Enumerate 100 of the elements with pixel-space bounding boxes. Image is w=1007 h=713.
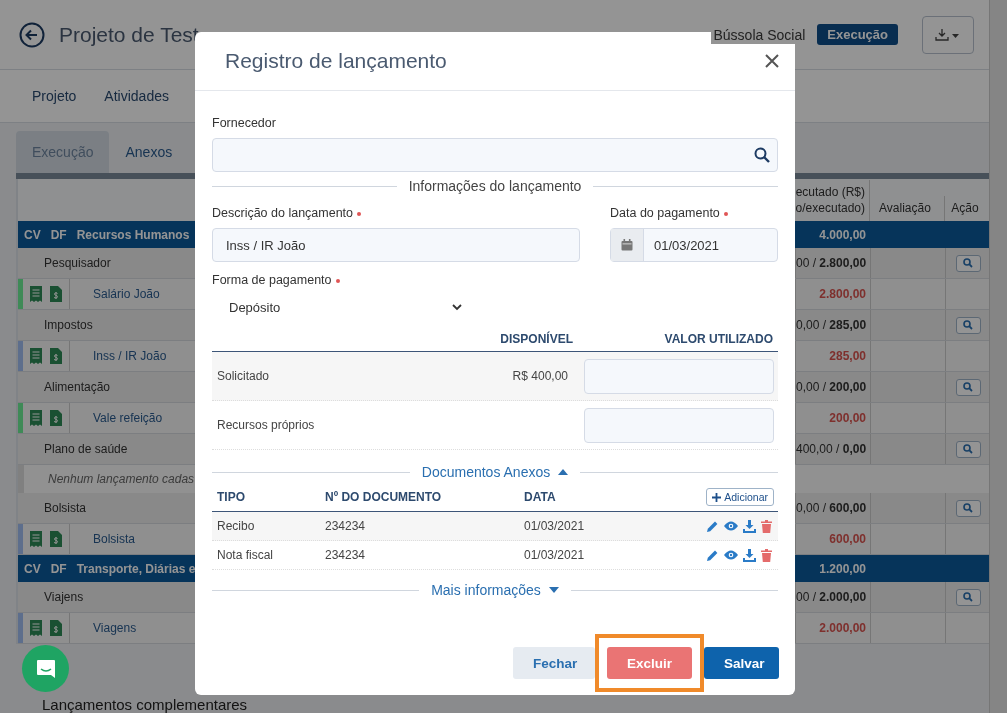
table-cell-text: 1.200,00 <box>818 560 867 578</box>
invoice-icon[interactable] <box>49 530 63 548</box>
table-cell-text: Recursos próprios <box>216 418 316 432</box>
back-icon[interactable] <box>19 21 45 48</box>
project-title: Projeto de Test <box>59 22 199 47</box>
receipt-icon[interactable] <box>29 619 43 637</box>
table-cell-text: 234234 <box>324 548 367 562</box>
field-label: Descrição do lançamento <box>212 206 354 220</box>
edit-icon[interactable] <box>706 519 719 533</box>
invoice-icon[interactable] <box>49 409 63 427</box>
search-icon <box>963 503 973 513</box>
column-header: Nº DO DOCUMENTO <box>325 490 443 504</box>
amount-field[interactable] <box>584 358 774 394</box>
table-cell[interactable]: Salário João <box>69 279 160 309</box>
search-icon <box>963 444 973 454</box>
table-cell-text: Pesquisador <box>43 255 112 272</box>
table-cell: CV <box>24 561 41 576</box>
tab[interactable]: Anexos <box>109 131 189 173</box>
table-cell-text: Viajens <box>43 589 85 606</box>
table-cell: DF <box>50 561 67 576</box>
table-cell-text: Plano de saúde <box>43 441 129 458</box>
download-button[interactable] <box>922 15 974 54</box>
table-cell: 00 / 2.000,00 <box>796 590 867 604</box>
chat-button[interactable] <box>22 645 69 692</box>
search-button[interactable] <box>955 378 981 396</box>
table-cell: CV <box>24 227 41 242</box>
receipt-icon[interactable] <box>29 409 43 427</box>
search-button[interactable] <box>955 316 981 334</box>
search-button[interactable] <box>955 440 981 458</box>
caret-icon <box>548 587 559 593</box>
view-icon[interactable] <box>724 550 738 560</box>
search-icon <box>963 382 973 392</box>
supplier-field[interactable] <box>212 138 778 172</box>
plus-icon <box>712 492 722 502</box>
receipt-icon[interactable] <box>29 347 43 365</box>
table-cell-text: R$ 400,00 <box>511 369 569 383</box>
receipt-icon[interactable] <box>29 530 43 548</box>
column-header: TIPO <box>217 490 246 504</box>
table-cell-text: Alimentação <box>43 379 112 396</box>
table-cell[interactable]: Inss / IR João <box>69 341 167 371</box>
nav-link[interactable]: Projeto <box>32 88 77 104</box>
table-cell: 0,00 / 600,00 <box>796 501 867 515</box>
action-button[interactable]: Fechar <box>513 647 595 679</box>
nav-link[interactable]: Atividades <box>104 88 169 104</box>
column-header: VALOR UTILIZADO <box>663 332 774 346</box>
amount-field[interactable] <box>584 407 774 443</box>
table-cell[interactable]: Vale refeição <box>69 403 163 433</box>
search-icon <box>963 320 973 330</box>
delete-icon[interactable] <box>761 519 772 533</box>
table-cell[interactable]: Viagens <box>69 613 137 643</box>
section-title: Lançamentos complementares <box>42 696 248 713</box>
field-label: Forma de pagamento <box>212 273 332 287</box>
download-icon[interactable] <box>743 519 756 533</box>
table-cell-text: Nota fiscal <box>216 548 275 562</box>
description-field[interactable]: Inss / IR João <box>212 228 580 262</box>
search-icon[interactable] <box>754 147 770 163</box>
edit-icon[interactable] <box>706 548 719 562</box>
scrollbar[interactable] <box>989 0 1007 713</box>
add-button[interactable]: Adicionar <box>706 488 774 506</box>
invoice-icon[interactable] <box>49 347 63 365</box>
download-icon[interactable] <box>743 548 756 562</box>
status-badge: Execução <box>817 24 898 45</box>
action-button[interactable]: Excluir <box>607 647 692 679</box>
section-heading: Informações do lançamento <box>408 178 582 194</box>
search-button[interactable] <box>955 254 981 272</box>
table-cell: 0,00 / 200,00 <box>796 380 867 394</box>
close-button[interactable] <box>763 52 781 70</box>
table-cell: Recursos Humanos <box>76 227 190 242</box>
column-header: DATA <box>524 490 557 504</box>
table-cell[interactable]: Bolsista <box>69 524 136 554</box>
table-cell-text: Solicitado <box>216 369 271 383</box>
field-label: Data do pagamento <box>610 206 720 220</box>
table-cell-text: 01/03/2021 <box>523 548 586 562</box>
download-icon <box>935 27 961 42</box>
date-field[interactable]: 01/03/2021 <box>610 228 778 262</box>
action-button[interactable]: Salvar <box>704 647 779 679</box>
invoice-icon[interactable] <box>49 285 63 303</box>
search-button[interactable] <box>955 588 981 606</box>
invoice-icon[interactable] <box>49 619 63 637</box>
table-cell-text: 4.000,00 <box>818 226 867 244</box>
field-label: Fornecedor <box>212 116 276 130</box>
search-button[interactable] <box>955 499 981 517</box>
table-cell-text: Bolsista <box>43 500 88 517</box>
table-cell: DF <box>50 227 67 242</box>
delete-icon[interactable] <box>761 548 772 562</box>
caret-icon <box>558 469 569 475</box>
table-cell: Transporte, Diárias e <box>76 561 195 576</box>
column-header: DISPONÍVEL <box>499 332 574 346</box>
table-cell-text: 234234 <box>324 519 367 533</box>
section-toggle[interactable]: Mais informações <box>431 582 559 598</box>
table-cell-text: Impostos <box>43 317 94 334</box>
calendar-icon[interactable] <box>611 229 644 261</box>
table-cell: 400,00 / 0,00 <box>796 442 867 456</box>
caret-icon <box>452 304 462 311</box>
table-cell: 00 / 2.800,00 <box>796 256 867 270</box>
payment-method-select[interactable]: Depósito <box>212 295 462 320</box>
receipt-icon[interactable] <box>29 285 43 303</box>
view-icon[interactable] <box>724 521 738 531</box>
chat-icon <box>34 657 57 680</box>
section-toggle[interactable]: Documentos Anexos <box>421 464 569 480</box>
